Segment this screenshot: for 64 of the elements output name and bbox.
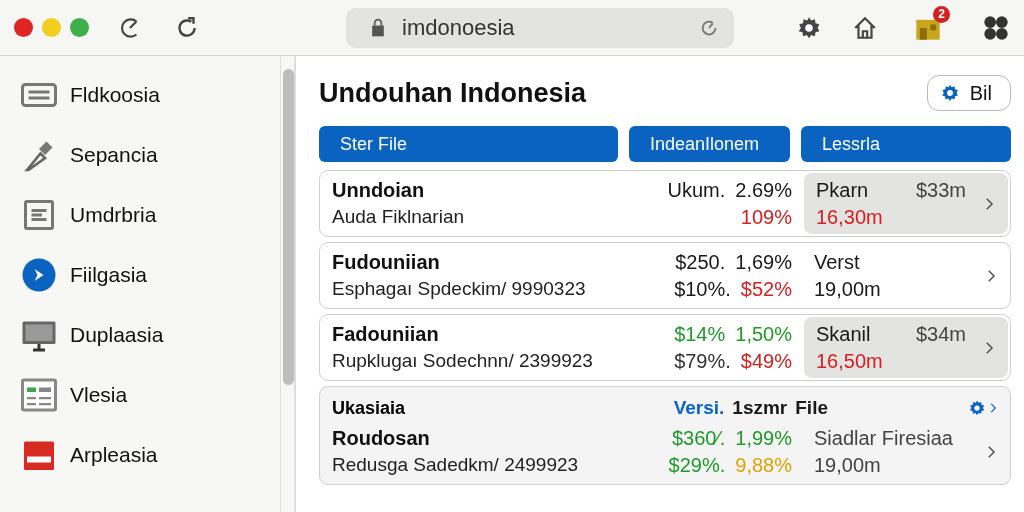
sidebar-item[interactable]: Sepancia bbox=[70, 143, 158, 167]
file-row[interactable]: Fadouniian Rupklugaı Sodechnn/ 2399923 $14% 1,50% $79%. $49% Skanil $34m 16,50m bbox=[319, 314, 1011, 381]
row-subtitle: Rupklugaı Sodechnn/ 2399923 bbox=[332, 350, 594, 372]
page-title: Undouhan Indonesia bbox=[319, 77, 586, 109]
figure-value: 9,88% bbox=[735, 453, 792, 477]
sidebar-item[interactable]: Vlesia bbox=[70, 383, 128, 407]
figure-value: $250. bbox=[675, 250, 726, 274]
notification-badge: 2 bbox=[933, 5, 950, 23]
side-value: 16,50m bbox=[816, 349, 883, 373]
side-value: 16,30m bbox=[816, 205, 883, 229]
side-value: 19,00m bbox=[814, 453, 881, 477]
header-text: File bbox=[795, 397, 828, 419]
column-header[interactable]: Ster File bbox=[319, 126, 618, 162]
side-value: Siadlar Firesiaa bbox=[814, 426, 953, 450]
sidebar-item[interactable]: Umdrbria bbox=[70, 203, 157, 227]
figure-value: $14% bbox=[674, 322, 726, 346]
figure-value: 1,50% bbox=[735, 322, 792, 346]
figure-value: $29%. bbox=[668, 453, 726, 477]
home-icon[interactable] bbox=[852, 14, 878, 41]
side-value: $34m bbox=[915, 322, 966, 346]
column-header[interactable]: IndeanIlonem bbox=[629, 126, 790, 162]
file-row[interactable]: Unndoian Auda Fiklnarian Ukum. 2.69% 109% Pkarn $33m 16,30m bbox=[319, 170, 1011, 237]
extensions-icon[interactable] bbox=[982, 13, 1010, 42]
scrollbar-thumb[interactable] bbox=[283, 69, 294, 385]
header-text: 1szmr bbox=[732, 397, 788, 419]
side-value: Verst bbox=[814, 250, 860, 274]
sidebar-item[interactable]: Fldkoosia bbox=[70, 83, 160, 107]
row-subtitle: Auda Fiklnarian bbox=[332, 206, 466, 228]
header-text: Versi. bbox=[673, 397, 725, 419]
figure-value: 109% bbox=[740, 205, 792, 229]
sidebar-item[interactable]: Arpleasia bbox=[70, 443, 158, 467]
row-title: Ukasiaia bbox=[332, 397, 407, 419]
figure-value: 1,69% bbox=[735, 250, 792, 274]
row-subtitle: Esphagaı Spdeckim/ 9990323 bbox=[332, 278, 587, 300]
figure-value: $79%. bbox=[674, 349, 731, 373]
file-row[interactable]: Fudouniian Esphagaı Spdeckim/ 9990323 $250. 1,69% $10%. $52% Verst 19,00m bbox=[319, 242, 1011, 309]
window-control-icon[interactable] bbox=[70, 18, 89, 37]
sidebar-item[interactable]: Fiilgasia bbox=[70, 263, 148, 287]
column-header[interactable]: Lessrla bbox=[801, 126, 1011, 162]
figure-value: 2.69% bbox=[735, 178, 792, 202]
row-title: Fudouniian bbox=[332, 251, 441, 274]
row-title: Roudosan bbox=[332, 427, 431, 450]
address-field[interactable]: imdonoesia bbox=[346, 7, 734, 48]
row-title: Unndoian bbox=[332, 179, 426, 202]
side-value: 19,00m bbox=[814, 277, 881, 301]
window-control-icon[interactable] bbox=[14, 18, 33, 37]
figure-value: $10%. bbox=[674, 277, 731, 301]
settings-button[interactable]: Bil bbox=[926, 75, 1011, 111]
figure-value: $49% bbox=[740, 349, 792, 373]
side-value: Skanil bbox=[816, 322, 871, 346]
play-icon bbox=[20, 257, 58, 293]
side-value: Pkarn bbox=[816, 178, 869, 202]
sidebar-item[interactable]: Duplaasia bbox=[70, 323, 164, 347]
side-value: $33m bbox=[915, 178, 966, 202]
figure-value: $360⁄. bbox=[671, 426, 726, 450]
figure-value: 1,99% bbox=[735, 426, 792, 450]
settings-icon bbox=[939, 83, 960, 103]
figure-value: Ukum. bbox=[667, 178, 726, 202]
spreadsheet-icon bbox=[20, 377, 58, 413]
settings-icon[interactable] bbox=[968, 399, 986, 417]
figure-value: $52% bbox=[740, 277, 792, 301]
row-title: Fadouniian bbox=[332, 323, 440, 346]
row-subtitle: Redusga Sadedkm/ 2499923 bbox=[332, 454, 580, 476]
file-row[interactable]: Ukasiaia Versi. 1szmr File Roudosan Redusga Sadedkm/ 2499923 $360⁄. 1,99% $29%. 9,88% Siadlar Firesiaa 19,00m bbox=[319, 386, 1011, 485]
